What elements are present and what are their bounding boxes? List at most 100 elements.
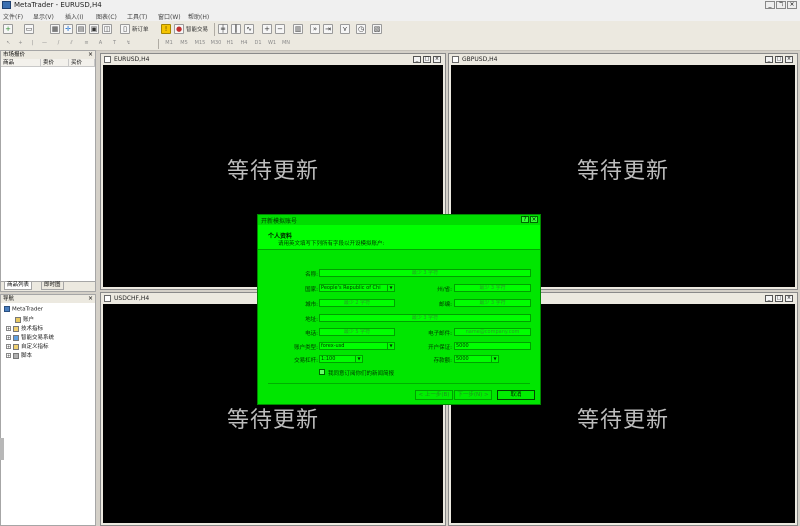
new-order-button[interactable]: 新订单 xyxy=(132,25,149,33)
country-select[interactable]: People's Republic of Chi ▼ xyxy=(319,284,395,292)
channel-icon[interactable]: ⫽ xyxy=(67,39,76,48)
timeframe-h4[interactable]: H4 xyxy=(238,39,250,48)
timeframe-mn[interactable]: MN xyxy=(280,39,292,48)
deposit-input[interactable]: 5000 xyxy=(454,342,531,350)
window-title: MetaTrader - EURUSD,H4 xyxy=(14,1,102,9)
timeframe-m30[interactable]: M30 xyxy=(209,39,223,48)
phone-input[interactable]: 最少 5 字符 xyxy=(319,328,395,336)
trendline-icon[interactable]: / xyxy=(54,39,63,48)
amount-select[interactable]: 5000 ▼ xyxy=(454,355,499,363)
navigator-item-accounts[interactable]: 账户 xyxy=(15,315,34,323)
new-chart-icon[interactable]: + xyxy=(3,24,13,34)
state-input[interactable]: 最少 3 字符 xyxy=(454,284,531,292)
zoom-in-icon[interactable]: + xyxy=(262,24,272,34)
account-type-select[interactable]: forex-usd ▼ xyxy=(319,342,395,350)
new-order-icon[interactable]: ▯ xyxy=(120,24,130,34)
timeframe-d1[interactable]: D1 xyxy=(252,39,264,48)
maximize-icon[interactable]: □ xyxy=(775,56,783,63)
close-icon[interactable]: × xyxy=(433,56,441,63)
line-chart-icon[interactable]: ∿ xyxy=(244,24,254,34)
vertical-line-icon[interactable]: | xyxy=(28,39,37,48)
column-symbol[interactable]: 商品 xyxy=(1,59,41,67)
menu-tools[interactable]: 工具(T) xyxy=(127,12,147,21)
next-button[interactable]: 下一步(N) > xyxy=(454,390,492,400)
menu-window[interactable]: 窗口(W) xyxy=(158,12,181,21)
tile-windows-icon[interactable]: ▥ xyxy=(293,24,303,34)
cursor-icon[interactable]: ↖ xyxy=(4,39,13,48)
navigator-icon[interactable]: ▤ xyxy=(76,24,86,34)
crosshair-icon[interactable]: + xyxy=(16,39,25,48)
city-input[interactable]: 最少 2 字符 xyxy=(319,299,395,307)
restore-button[interactable]: ℸ xyxy=(776,1,786,9)
indicators-icon[interactable]: ⋎ xyxy=(340,24,350,34)
email-input[interactable]: name@company.com xyxy=(454,328,531,336)
zoom-out-icon[interactable]: − xyxy=(275,24,285,34)
bar-chart-icon[interactable]: ╪ xyxy=(218,24,228,34)
market-watch-icon[interactable]: ▦ xyxy=(50,24,60,34)
column-bid[interactable]: 卖价 xyxy=(41,59,69,67)
close-button[interactable]: × xyxy=(787,1,797,9)
expand-icon[interactable]: + xyxy=(6,326,11,331)
close-icon[interactable]: × xyxy=(785,295,793,302)
menu-insert[interactable]: 插入(I) xyxy=(65,12,83,21)
menu-help[interactable]: 帮助(H) xyxy=(188,12,209,21)
navigator-item-expert-advisors[interactable]: + 智能交易系统 xyxy=(6,333,54,341)
navigator-root[interactable]: MetaTrader xyxy=(4,306,43,313)
column-ask[interactable]: 买价 xyxy=(69,59,95,67)
candlestick-icon[interactable]: ┃ xyxy=(231,24,241,34)
timeframe-m15[interactable]: M15 xyxy=(193,39,207,48)
periods-icon[interactable]: ◷ xyxy=(356,24,366,34)
menu-file[interactable]: 文件(F) xyxy=(3,12,23,21)
autoscroll-icon[interactable]: » xyxy=(310,24,320,34)
newsletter-checkbox[interactable] xyxy=(319,369,325,375)
auto-trading-icon[interactable]: ● xyxy=(174,24,184,34)
minimize-icon[interactable]: _ xyxy=(413,56,421,63)
navigator-item-scripts[interactable]: + 脚本 xyxy=(6,351,32,359)
timeframe-w1[interactable]: W1 xyxy=(266,39,278,48)
panel-resize-grip[interactable] xyxy=(0,438,4,460)
expand-icon[interactable]: + xyxy=(6,335,11,340)
menu-view[interactable]: 显示(V) xyxy=(33,12,54,21)
navigator-item-custom-indicators[interactable]: + 自定义指标 xyxy=(6,342,49,350)
minimize-icon[interactable]: _ xyxy=(765,295,773,302)
chart-shift-icon[interactable]: ⇥ xyxy=(323,24,333,34)
tab-symbols[interactable]: 商品列表 xyxy=(4,282,33,290)
close-icon[interactable]: × xyxy=(88,295,93,303)
menu-charts[interactable]: 图表(C) xyxy=(96,12,117,21)
maximize-icon[interactable]: □ xyxy=(423,56,431,63)
tester-icon[interactable]: ◫ xyxy=(102,24,112,34)
city-label: 城市: xyxy=(305,302,318,308)
timeframe-m5[interactable]: M5 xyxy=(178,39,190,48)
fibonacci-icon[interactable]: ≡ xyxy=(82,39,91,48)
minimize-icon[interactable]: _ xyxy=(765,56,773,63)
zip-input[interactable]: 最少 3 字符 xyxy=(454,299,531,307)
help-icon[interactable]: ? xyxy=(521,216,529,223)
profiles-icon[interactable]: ▭ xyxy=(24,24,34,34)
address-input[interactable]: 最少 3 字符 xyxy=(319,314,531,322)
templates-icon[interactable]: ▧ xyxy=(372,24,382,34)
navigator-item-indicators[interactable]: + 技术指标 xyxy=(6,324,43,332)
horizontal-line-icon[interactable]: — xyxy=(40,39,49,48)
auto-trading-button[interactable]: 智能交易 xyxy=(186,25,208,33)
tab-tick-chart[interactable]: 即时图 xyxy=(41,282,64,290)
expand-icon[interactable]: + xyxy=(6,344,11,349)
maximize-icon[interactable]: □ xyxy=(775,295,783,302)
leverage-select[interactable]: 1:100 ▼ xyxy=(319,355,363,363)
cancel-button[interactable]: 取消 xyxy=(497,390,535,400)
minimize-button[interactable]: _ xyxy=(765,1,775,9)
name-input[interactable]: 最少 3 字符 xyxy=(319,269,531,277)
arrows-icon[interactable]: ↯ xyxy=(124,39,133,48)
metaeditor-icon[interactable]: ! xyxy=(161,24,171,34)
timeframe-m1[interactable]: M1 xyxy=(163,39,175,48)
close-icon[interactable]: × xyxy=(88,51,93,59)
data-window-icon[interactable]: ✛ xyxy=(63,24,73,34)
timeframe-h1[interactable]: H1 xyxy=(224,39,236,48)
text-icon[interactable]: A xyxy=(96,39,105,48)
email-label: 电子邮件: xyxy=(428,331,452,337)
back-button[interactable]: < 上一步(B) xyxy=(415,390,453,400)
label-icon[interactable]: T xyxy=(110,39,119,48)
terminal-icon[interactable]: ▣ xyxy=(89,24,99,34)
expand-icon[interactable]: + xyxy=(6,353,11,358)
close-icon[interactable]: × xyxy=(530,216,538,223)
close-icon[interactable]: × xyxy=(785,56,793,63)
